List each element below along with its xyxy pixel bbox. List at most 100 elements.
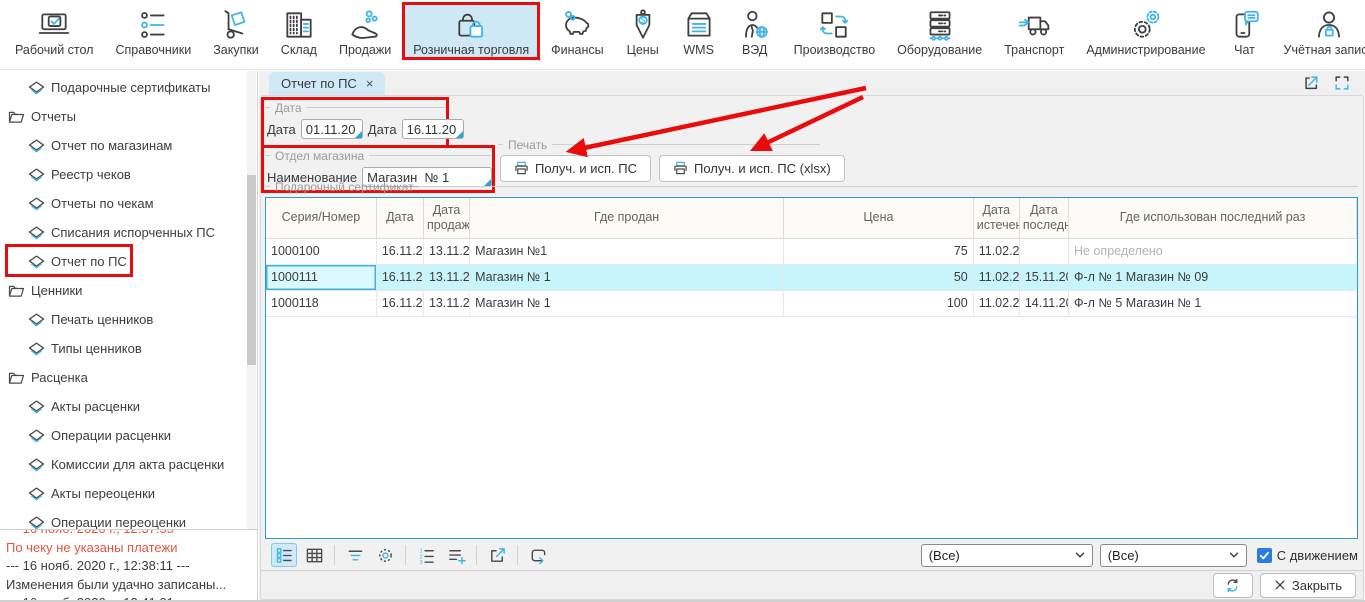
wms-icon <box>682 7 716 43</box>
list-view-button[interactable] <box>271 543 297 567</box>
table-cell[interactable]: Ф-л № 1 Магазин № 09 <box>1069 264 1357 290</box>
sidebar-scrollbar[interactable] <box>247 71 256 529</box>
table-cell[interactable]: 13.11.20 <box>423 264 469 290</box>
table-cell[interactable]: Магазин № 1 <box>470 290 784 316</box>
close-x-icon <box>1274 579 1286 591</box>
toolbar-item-chat[interactable]: Чат <box>1217 2 1273 60</box>
toolbar-item-foreign-trade[interactable]: ВЭД <box>727 2 783 60</box>
table-row[interactable]: 100010016.11.2013.11.20Магазин №17511.02… <box>266 238 1357 264</box>
toolbar-item-finance[interactable]: Финансы <box>540 2 614 60</box>
table-cell[interactable]: 1000118 <box>266 290 376 316</box>
sidebar-item[interactable]: Печать ценников <box>0 305 247 334</box>
print-received-used-ps-button[interactable]: Получ. и исп. ПС <box>500 155 651 182</box>
toolbar-item-retail[interactable]: Розничная торговля <box>402 2 540 60</box>
table-cell[interactable]: 16.11.20 <box>376 290 423 316</box>
table-cell[interactable]: Магазин №1 <box>470 238 784 264</box>
sidebar-item[interactable]: Расценка <box>0 363 247 392</box>
grid-settings-button[interactable] <box>372 543 398 567</box>
toolbar-item-prices[interactable]: $Цены <box>615 2 671 60</box>
column-header[interactable]: Где использован последний раз <box>1069 198 1357 238</box>
sidebar-item[interactable]: Отчеты по чекам <box>0 189 247 218</box>
table-cell[interactable]: 1000111 <box>266 264 376 290</box>
toolbar-item-administration[interactable]: Администрирование <box>1075 2 1216 60</box>
toolbar-item-warehouse[interactable]: Склад <box>270 2 328 60</box>
table-cell[interactable]: 100 <box>784 290 974 316</box>
close-panel-button[interactable]: Закрыть <box>1260 573 1356 598</box>
toolbar-item-equipment[interactable]: Оборудование <box>886 2 993 60</box>
auto-reload-button[interactable] <box>525 543 551 567</box>
sidebar-item[interactable]: Операции расценки <box>0 421 247 450</box>
grid-view-button[interactable] <box>301 543 327 567</box>
table-cell[interactable]: 15.11.20 <box>1019 264 1068 290</box>
add-to-list-button[interactable] <box>443 543 469 567</box>
sidebar-item[interactable]: Ценники <box>0 276 247 305</box>
filter-dropdown-1[interactable]: (Все) <box>921 544 1093 567</box>
refresh-button[interactable] <box>1213 573 1253 598</box>
column-header[interactable]: Дата <box>376 198 423 238</box>
toolbar-item-desktop[interactable]: Рабочий стол <box>4 2 104 60</box>
fullscreen-icon[interactable] <box>1333 74 1351 92</box>
date-from-input[interactable] <box>301 119 363 139</box>
sidebar-item[interactable]: Типы ценников <box>0 334 247 363</box>
chevron-down-icon <box>1227 548 1241 562</box>
toolbar-item-account[interactable]: Учётная запись <box>1273 2 1365 60</box>
table-cell[interactable]: 16.11.20 <box>376 264 423 290</box>
toolbar-item-purchases[interactable]: Закупки <box>202 2 270 60</box>
sidebar-item[interactable]: Реестр чеков <box>0 160 247 189</box>
print-received-used-ps-xlsx-button[interactable]: Получ. и исп. ПС (xlsx) <box>659 155 845 182</box>
filter-button[interactable] <box>342 543 368 567</box>
table-cell[interactable]: 11.02.21 <box>973 264 1019 290</box>
toolbar-item-sales[interactable]: Продажи <box>328 2 402 60</box>
table-cell[interactable]: 13.11.20 <box>423 290 469 316</box>
toolbar-item-transport[interactable]: Транспорт <box>993 2 1075 60</box>
numbered-list-button[interactable]: 123 <box>413 543 439 567</box>
column-header[interactable]: Серия/Номер <box>266 198 376 238</box>
toolbar-item-label: Закупки <box>213 43 259 57</box>
sidebar-item[interactable]: Акты расценки <box>0 392 247 421</box>
toolbar-item-label: Транспорт <box>1004 43 1064 57</box>
table-cell[interactable]: Магазин № 1 <box>470 264 784 290</box>
sidebar-item[interactable]: Операции переоценки <box>0 508 247 531</box>
sidebar-item-label: Расценка <box>31 370 88 385</box>
table-cell[interactable]: 14.11.20 <box>1019 290 1068 316</box>
table-cell[interactable] <box>1019 238 1068 264</box>
checkbox-checked-icon[interactable] <box>1257 548 1272 563</box>
column-header[interactable]: Дата последн <box>1019 198 1068 238</box>
sidebar-item[interactable]: Отчет по ПС <box>0 247 247 276</box>
sidebar-item[interactable]: Комиссии для акта расценки <box>0 450 247 479</box>
sidebar-item-label: Операции расценки <box>51 428 171 443</box>
sidebar-item[interactable]: Подарочные сертификаты <box>0 73 247 102</box>
toolbar-item-directories[interactable]: Справочники <box>104 2 202 60</box>
table-cell[interactable]: 11.02.21 <box>973 238 1019 264</box>
table-row[interactable]: 100011816.11.2013.11.20Магазин № 110011.… <box>266 290 1357 316</box>
table-cell[interactable]: Не определено <box>1069 238 1357 264</box>
column-header[interactable]: Дата продажи <box>423 198 469 238</box>
date-to-input[interactable] <box>402 119 464 139</box>
tab-report-ps[interactable]: Отчет по ПС × <box>269 72 385 95</box>
toolbar-separator <box>405 545 406 565</box>
column-header[interactable]: Дата истечен <box>973 198 1019 238</box>
sidebar-item[interactable]: Акты переоценки <box>0 479 247 508</box>
toolbar-item-wms[interactable]: WMS <box>671 2 727 60</box>
export-button[interactable] <box>484 543 510 567</box>
panel-window-controls <box>1302 74 1351 92</box>
table-cell[interactable]: 75 <box>784 238 974 264</box>
filter-dropdown-2[interactable]: (Все) <box>1100 544 1247 567</box>
tab-close-icon[interactable]: × <box>366 77 374 90</box>
table-cell[interactable]: 1000100 <box>266 238 376 264</box>
table-cell[interactable]: Ф-л № 5 Магазин № 1 <box>1069 290 1357 316</box>
table-cell[interactable]: 50 <box>784 264 974 290</box>
table-cell[interactable]: 16.11.20 <box>376 238 423 264</box>
scrollbar-thumb[interactable] <box>247 175 256 365</box>
column-header[interactable]: Цена <box>784 198 974 238</box>
table-row[interactable]: 100011116.11.2013.11.20Магазин № 15011.0… <box>266 264 1357 290</box>
sidebar-item[interactable]: Отчет по магазинам <box>0 131 247 160</box>
column-header[interactable]: Где продан <box>470 198 784 238</box>
table-cell[interactable]: 11.02.21 <box>973 290 1019 316</box>
sidebar-item[interactable]: Списания испорченных ПС <box>0 218 247 247</box>
table-cell[interactable]: 13.11.20 <box>423 238 469 264</box>
sidebar-item[interactable]: Отчеты <box>0 102 247 131</box>
open-in-new-window-icon[interactable] <box>1302 74 1320 92</box>
with-movement-checkbox[interactable]: С движением <box>1257 548 1358 563</box>
toolbar-item-production[interactable]: Производство <box>783 2 887 60</box>
